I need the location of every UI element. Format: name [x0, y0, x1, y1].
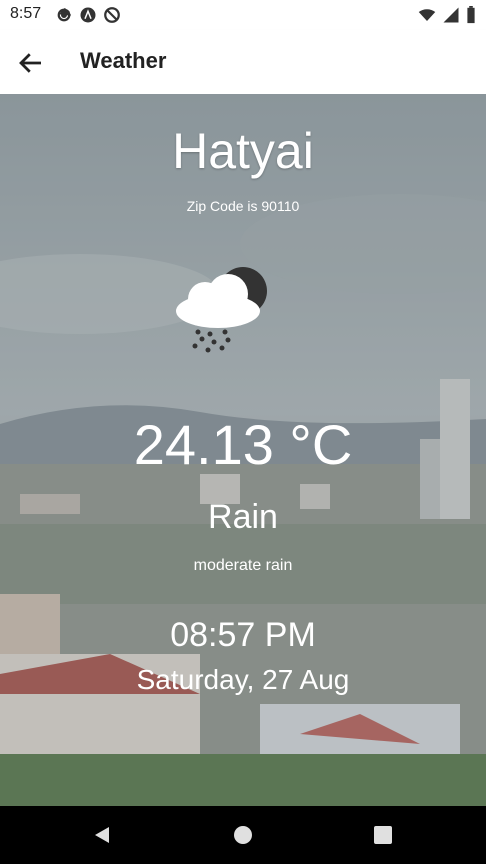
city-name: Hatyai — [172, 123, 314, 179]
weather-condition: Rain — [208, 498, 278, 536]
current-time: 08:57 PM — [170, 616, 316, 654]
wifi-icon — [418, 9, 436, 21]
status-time: 8:57 — [10, 5, 42, 22]
gear-icon — [57, 8, 71, 22]
temperature-value: 24.13 °C — [133, 413, 353, 476]
weather-panel: Hatyai Zip Code is 90110 24.13 °C Rain m… — [0, 94, 486, 806]
page-title: Weather — [80, 48, 167, 73]
weather-description: moderate rain — [193, 557, 293, 574]
no-disturb-icon — [104, 7, 120, 23]
battery-icon — [467, 6, 475, 24]
home-circle-icon[interactable] — [231, 823, 255, 847]
zip-code-label: Zip Code is 90110 — [186, 198, 300, 214]
cloud-rain-moon-icon — [176, 267, 267, 353]
back-triangle-icon[interactable] — [90, 823, 114, 847]
status-bar: 8:57 — [0, 0, 486, 30]
signal-icon — [443, 7, 459, 23]
recents-square-icon[interactable] — [371, 823, 395, 847]
current-date: Saturday, 27 Aug — [136, 664, 350, 695]
arrow-back-icon[interactable] — [16, 48, 46, 78]
app-bar: Weather — [0, 30, 486, 94]
system-nav-bar — [0, 806, 486, 864]
a-circle-icon — [80, 7, 96, 23]
